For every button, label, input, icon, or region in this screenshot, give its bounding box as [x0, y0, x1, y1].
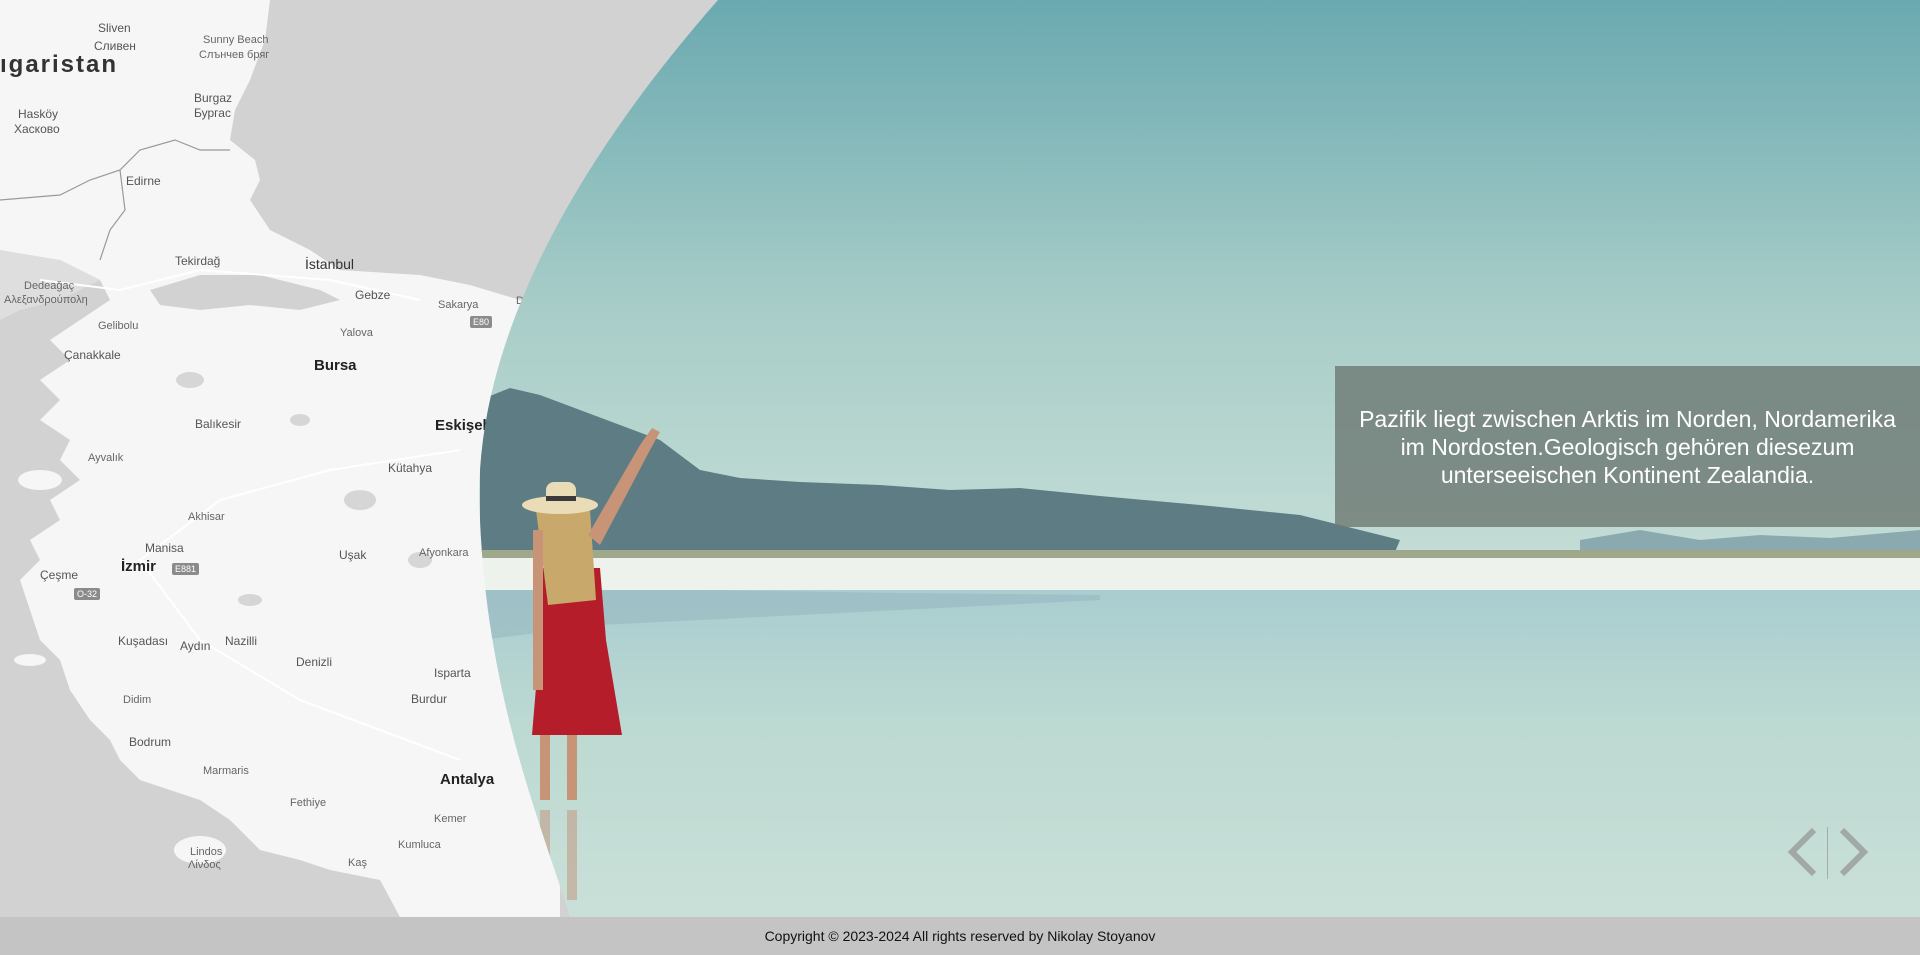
copyright-text: Copyright © 2023-2024 All rights reserve…: [764, 928, 1156, 944]
prev-slide-button[interactable]: [1782, 822, 1822, 882]
footer: Copyright © 2023-2024 All rights reserve…: [0, 917, 1920, 955]
slider-nav: [1782, 822, 1874, 882]
nav-divider: [1827, 827, 1828, 879]
next-slide-button[interactable]: [1834, 822, 1874, 882]
slider-page: Sliven Сливен Sunny Beach Слънчев бряг ı…: [0, 0, 1920, 955]
chevron-left-icon: [1787, 827, 1817, 877]
caption-box: Pazifik liegt zwischen Arktis im Norden,…: [1335, 366, 1920, 527]
chevron-right-icon: [1839, 827, 1869, 877]
caption-text: Pazifik liegt zwischen Arktis im Norden,…: [1359, 405, 1896, 488]
